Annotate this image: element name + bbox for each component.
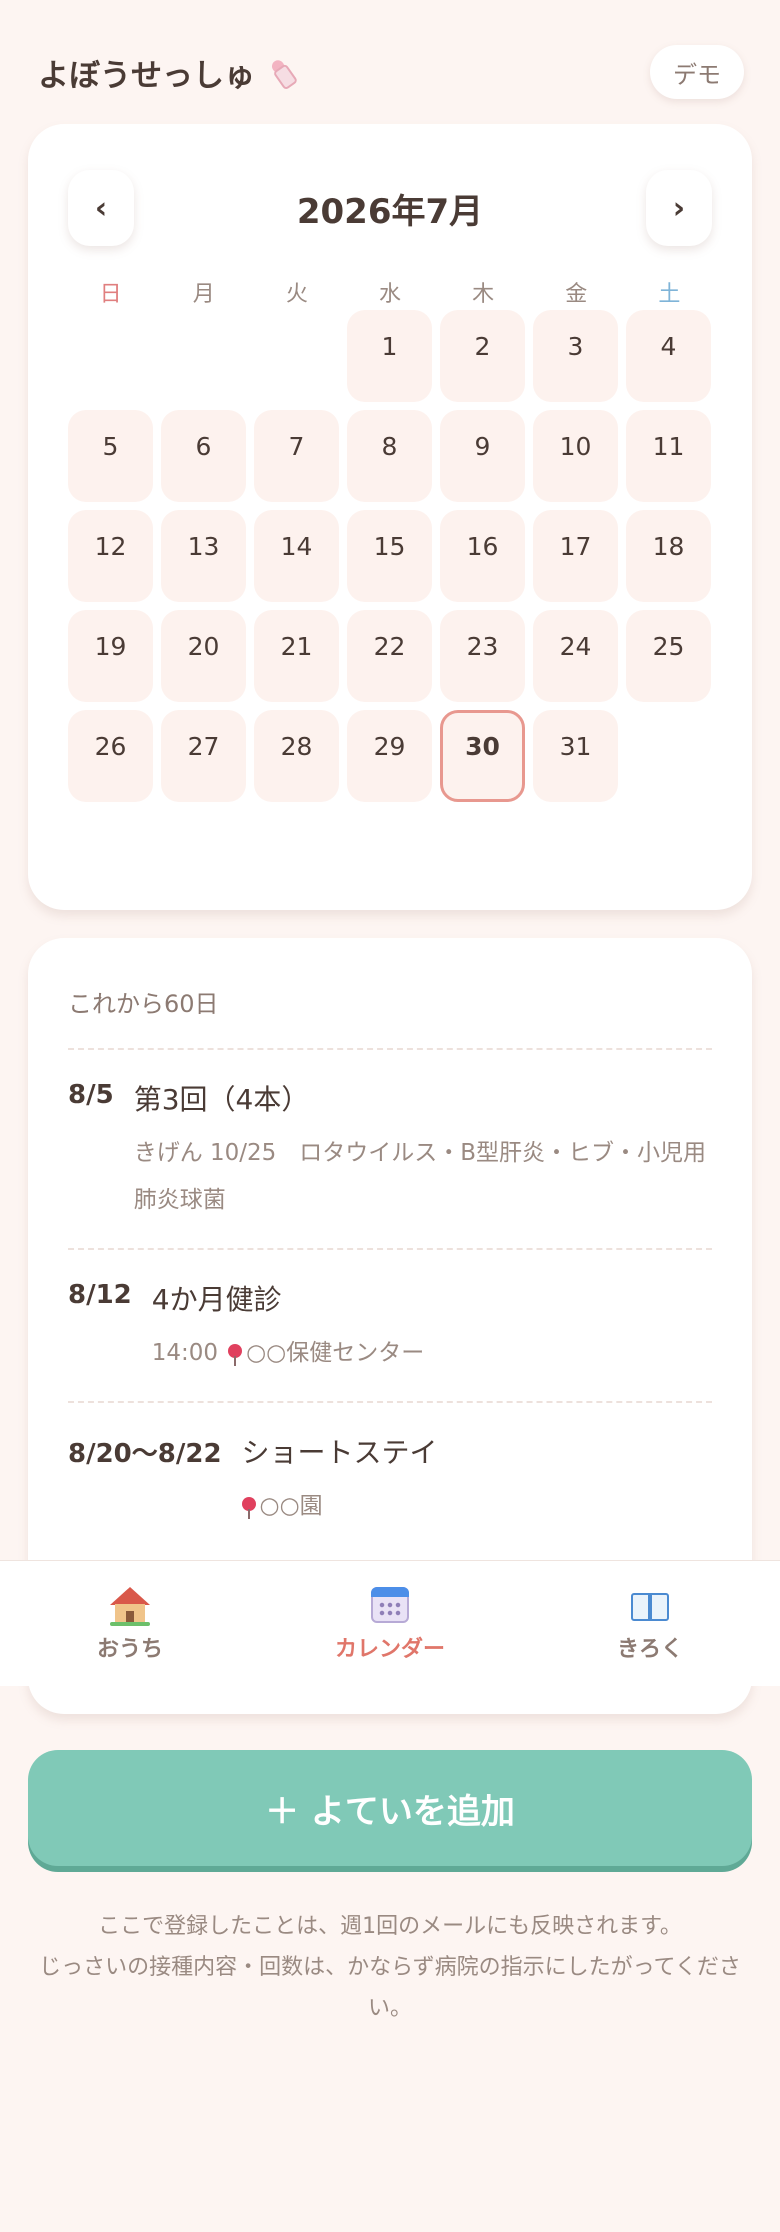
tab-record[interactable]: きろく xyxy=(550,1585,750,1663)
demo-button[interactable]: デモ xyxy=(650,45,744,99)
day-cell[interactable]: 29 xyxy=(347,710,432,802)
baby-bottle-icon xyxy=(258,48,305,95)
event-place: ○○園 xyxy=(259,1493,323,1519)
prev-month-button[interactable]: ‹ xyxy=(68,170,134,246)
calendar-card: ‹ 2026年7月 › 日月火水木金土 1 2 3 4 5 6 7 8 9 10 11 12 13 14 1… xyxy=(28,124,752,991)
event-date: 8/12 xyxy=(68,1280,132,1310)
day-cell[interactable]: 27 xyxy=(161,710,246,802)
day-cell[interactable]: 21 xyxy=(254,610,339,702)
tab-label: カレンダー xyxy=(334,1636,445,1662)
footnote: ここで登録したことは、週1回のメールにも反映されます。 じっさいの接種内容・回数… xyxy=(30,1906,750,2029)
day-cell[interactable]: 22 xyxy=(347,610,432,702)
day-cell[interactable]: 15 xyxy=(347,510,432,602)
day-cell[interactable]: 12 xyxy=(68,510,153,602)
day-cell[interactable]: 3 xyxy=(533,310,618,402)
weekday-row: 日月火水木金土 xyxy=(68,276,712,308)
day-cell[interactable]: 14 xyxy=(254,510,339,602)
tab-home[interactable]: おうち xyxy=(30,1585,230,1663)
event-title: ショートステイ xyxy=(241,1436,438,1469)
tab-label: きろく xyxy=(616,1636,683,1662)
pin-icon xyxy=(241,1497,256,1519)
event-detail: ○○園 xyxy=(241,1483,712,1530)
footnote-line: じっさいの接種内容・回数は、かならず病院の指示にしたがってください。 xyxy=(39,1955,741,2021)
app-header: よぼうせっしゅ デモ xyxy=(38,44,744,100)
day-cell[interactable]: 24 xyxy=(533,610,618,702)
month-label: 2026年7月 xyxy=(296,191,484,232)
day-cell[interactable]: 1 xyxy=(347,310,432,402)
event-item[interactable]: 8/20〜8/22 ショートステイ ○○園 xyxy=(68,1401,712,1554)
event-detail-text: 14:00 xyxy=(151,1340,219,1366)
event-title: 第3回（4本） xyxy=(133,1083,310,1116)
day-cell[interactable]: 5 xyxy=(68,410,153,502)
book-icon xyxy=(630,1585,670,1625)
day-cell[interactable]: 9 xyxy=(440,410,525,502)
day-cell-today[interactable]: 30 xyxy=(440,710,525,802)
app-title-text: よぼうせっしゅ xyxy=(38,57,255,94)
day-cell[interactable]: 4 xyxy=(626,310,711,402)
event-place: ○○保健センター xyxy=(246,1340,425,1366)
house-icon xyxy=(110,1585,150,1626)
footnote-line: ここで登録したことは、週1回のメールにも反映されます。 xyxy=(98,1914,682,1939)
day-cell[interactable]: 17 xyxy=(533,510,618,602)
calendar-header: ‹ 2026年7月 › xyxy=(68,170,712,246)
day-cell[interactable]: 23 xyxy=(440,610,525,702)
calendar-icon xyxy=(370,1585,410,1625)
weekday-label: 火 xyxy=(285,282,308,307)
day-cell[interactable]: 20 xyxy=(161,610,246,702)
day-cell[interactable]: 2 xyxy=(440,310,525,402)
event-list: 8/5 第3回（4本） きげん 10/25 ロタウイルス・B型肝炎・ヒブ・小児用肺炎… xyxy=(68,1048,712,1554)
day-cell[interactable]: 6 xyxy=(161,410,246,502)
day-cell[interactable]: 7 xyxy=(254,410,339,502)
empty-day-cell xyxy=(254,310,339,402)
bottom-tab-bar: おうち カレンダー きろく xyxy=(0,1560,780,1686)
tab-label: おうち xyxy=(96,1636,163,1662)
weekday-label: 水 xyxy=(378,282,401,307)
day-grid: 1 2 3 4 5 6 7 8 9 10 11 12 13 14 15 16 17 18 19 20 21 22 23 24 2… xyxy=(68,310,712,802)
app-title: よぼうせっしゅ xyxy=(38,50,299,95)
weekday-label: 日 xyxy=(99,282,122,307)
event-item[interactable]: 8/5 第3回（4本） きげん 10/25 ロタウイルス・B型肝炎・ヒブ・小児用肺炎… xyxy=(68,1048,712,1248)
pin-icon xyxy=(228,1344,243,1366)
event-item[interactable]: 8/12 4か月健診 14:00 ○○保健センター xyxy=(68,1248,712,1401)
weekday-label: 土 xyxy=(658,282,681,307)
day-cell[interactable]: 16 xyxy=(440,510,525,602)
event-title: 4か月健診 xyxy=(151,1283,282,1316)
day-cell[interactable]: 31 xyxy=(533,710,618,802)
day-cell[interactable]: 18 xyxy=(626,510,711,602)
event-detail-text: きげん 10/25 ロタウイルス・B型肝炎・ヒブ・小児用肺炎球菌 xyxy=(133,1140,707,1213)
day-cell[interactable]: 25 xyxy=(626,610,711,702)
add-plan-button[interactable]: ＋ よていを追加 xyxy=(28,1750,752,1866)
day-cell[interactable]: 19 xyxy=(68,610,153,702)
empty-day-cell xyxy=(161,310,246,402)
day-cell[interactable]: 11 xyxy=(626,410,711,502)
day-cell[interactable]: 13 xyxy=(161,510,246,602)
event-date: 8/5 xyxy=(68,1080,114,1110)
weekday-label: 木 xyxy=(472,282,495,307)
day-cell[interactable]: 10 xyxy=(533,410,618,502)
schedule-heading: これから60日 xyxy=(68,990,219,1018)
empty-day-cell xyxy=(68,310,153,402)
event-detail: きげん 10/25 ロタウイルス・B型肝炎・ヒブ・小児用肺炎球菌 xyxy=(134,1130,712,1224)
event-detail: 14:00 ○○保健センター xyxy=(152,1330,712,1377)
event-date: 8/20〜8/22 xyxy=(68,1439,222,1469)
weekday-label: 月 xyxy=(192,282,215,307)
day-cell[interactable]: 26 xyxy=(68,710,153,802)
weekday-label: 金 xyxy=(565,282,588,307)
day-cell[interactable]: 28 xyxy=(254,710,339,802)
next-month-button[interactable]: › xyxy=(645,170,712,246)
day-cell[interactable]: 8 xyxy=(347,410,432,502)
tab-calendar[interactable]: カレンダー xyxy=(290,1585,490,1663)
